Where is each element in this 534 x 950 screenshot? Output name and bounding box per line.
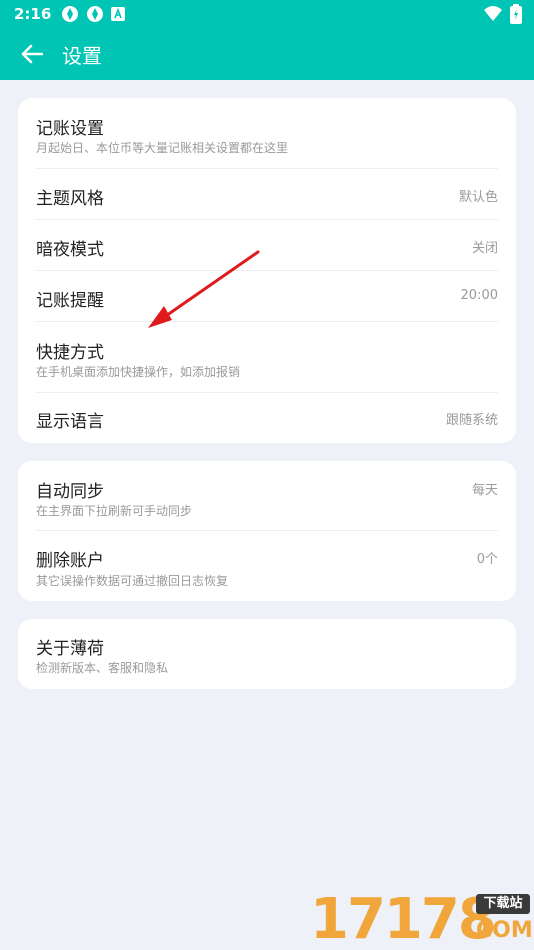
watermark-domain: COM <box>476 918 533 943</box>
watermark-logo: 17178 下载站 COM <box>310 888 534 950</box>
watermark-badge: 下载站 <box>476 894 530 914</box>
annotation-arrow <box>148 250 260 328</box>
watermark-digits: 17178 <box>310 887 497 950</box>
